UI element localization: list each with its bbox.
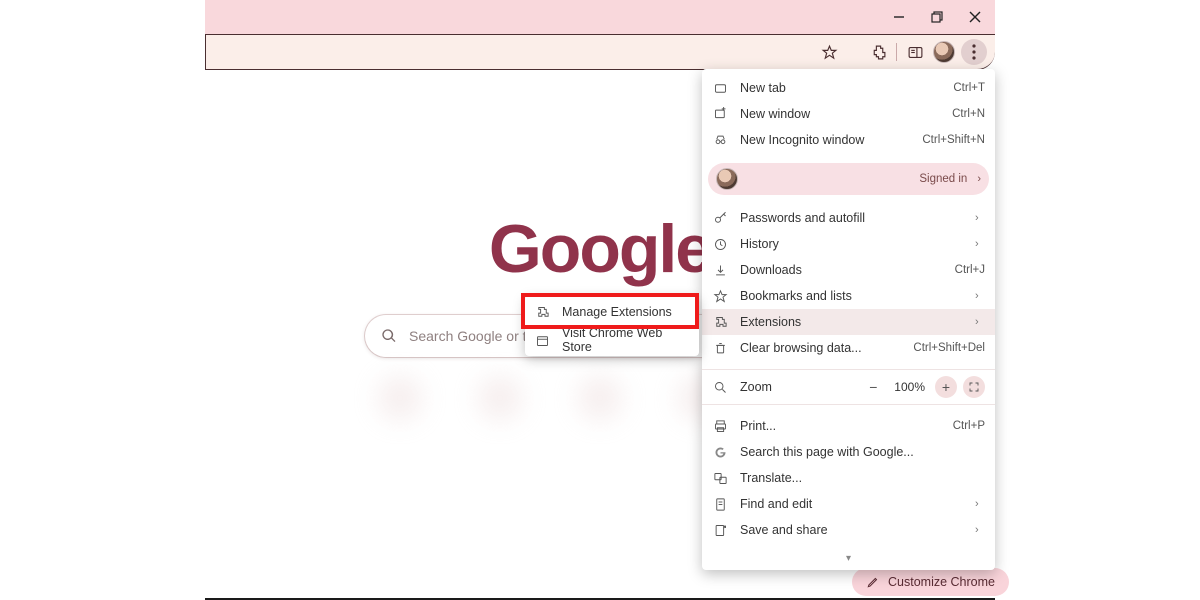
window-controls	[885, 6, 989, 28]
menu-shortcut: Ctrl+Shift+N	[922, 134, 985, 146]
history-icon	[712, 236, 728, 252]
share-icon	[712, 522, 728, 538]
avatar	[716, 168, 738, 190]
menu-label: Translate...	[740, 471, 985, 485]
menu-history[interactable]: History ›	[702, 231, 995, 257]
menu-save-share[interactable]: Save and share ›	[702, 517, 995, 543]
menu-label: Search this page with Google...	[740, 445, 985, 459]
shortcut-tile[interactable]	[365, 375, 435, 465]
customize-label: Customize Chrome	[888, 575, 995, 589]
restore-button[interactable]	[923, 6, 951, 28]
print-icon	[712, 418, 728, 434]
puzzle-icon	[535, 305, 550, 320]
document-icon	[712, 496, 728, 512]
incognito-icon	[712, 132, 728, 148]
new-window-icon	[712, 106, 728, 122]
zoom-in-button[interactable]: +	[935, 376, 957, 398]
google-logo: Google	[489, 210, 711, 288]
zoom-out-button[interactable]: −	[862, 376, 884, 398]
menu-label: Manage Extensions	[562, 305, 672, 319]
signed-in-label: Signed in	[919, 173, 967, 185]
menu-label: New Incognito window	[740, 133, 910, 147]
new-tab-icon	[712, 80, 728, 96]
fullscreen-button[interactable]	[963, 376, 985, 398]
chrome-menu: New tab Ctrl+T New window Ctrl+N New Inc…	[702, 69, 995, 570]
side-panel-icon[interactable]	[903, 40, 927, 64]
menu-label: Clear browsing data...	[740, 341, 901, 355]
menu-divider	[702, 369, 995, 370]
chrome-menu-button[interactable]	[961, 39, 987, 65]
menu-shortcut: Ctrl+P	[953, 420, 985, 432]
menu-clear-data[interactable]: Clear browsing data... Ctrl+Shift+Del	[702, 335, 995, 361]
menu-shortcut: Ctrl+Shift+Del	[913, 342, 985, 354]
extensions-submenu: Manage Extensions Visit Chrome Web Store	[525, 296, 699, 356]
shortcut-tile[interactable]	[565, 375, 635, 465]
menu-downloads[interactable]: Downloads Ctrl+J	[702, 257, 995, 283]
search-icon	[381, 328, 397, 344]
magnifier-icon	[712, 379, 728, 395]
menu-label: History	[740, 237, 963, 251]
menu-shortcut: Ctrl+T	[953, 82, 985, 94]
menu-label: Extensions	[740, 315, 963, 329]
menu-label: Passwords and autofill	[740, 211, 963, 225]
menu-search-page[interactable]: Search this page with Google...	[702, 439, 995, 465]
toolbar-divider	[896, 43, 897, 61]
visit-web-store-item[interactable]: Visit Chrome Web Store	[525, 326, 699, 354]
menu-divider	[702, 404, 995, 405]
menu-new-tab[interactable]: New tab Ctrl+T	[702, 75, 995, 101]
menu-scroll-down-icon[interactable]: ▾	[702, 549, 995, 564]
chevron-right-icon: ›	[975, 498, 985, 510]
menu-new-incognito[interactable]: New Incognito window Ctrl+Shift+N	[702, 127, 995, 153]
star-icon	[712, 288, 728, 304]
profile-avatar[interactable]	[933, 41, 955, 63]
key-icon	[712, 210, 728, 226]
menu-label: New window	[740, 107, 940, 121]
menu-label: New tab	[740, 81, 941, 95]
menu-find-edit[interactable]: Find and edit ›	[702, 491, 995, 517]
menu-label: Find and edit	[740, 497, 963, 511]
menu-passwords[interactable]: Passwords and autofill ›	[702, 205, 995, 231]
minimize-button[interactable]	[885, 6, 913, 28]
google-g-icon	[712, 444, 728, 460]
download-icon	[712, 262, 728, 278]
menu-extensions[interactable]: Extensions ›	[702, 309, 995, 335]
menu-label: Downloads	[740, 263, 943, 277]
menu-label: Visit Chrome Web Store	[562, 326, 689, 354]
chevron-right-icon: ›	[977, 173, 981, 185]
menu-translate[interactable]: Translate...	[702, 465, 995, 491]
close-button[interactable]	[961, 6, 989, 28]
translate-icon	[712, 470, 728, 486]
shortcut-tile[interactable]	[465, 375, 535, 465]
chevron-right-icon: ›	[975, 290, 985, 302]
menu-new-window[interactable]: New window Ctrl+N	[702, 101, 995, 127]
puzzle-icon	[712, 314, 728, 330]
menu-shortcut: Ctrl+N	[952, 108, 985, 120]
menu-shortcut: Ctrl+J	[955, 264, 985, 276]
menu-label: Save and share	[740, 523, 963, 537]
zoom-value: 100%	[890, 380, 929, 394]
menu-label: Print...	[740, 419, 941, 433]
menu-label: Bookmarks and lists	[740, 289, 963, 303]
customize-chrome-button[interactable]: Customize Chrome	[852, 568, 1009, 596]
toolbar	[205, 34, 995, 70]
extensions-icon[interactable]	[866, 40, 890, 64]
menu-account-row[interactable]: Signed in ›	[708, 163, 989, 195]
bookmark-star-icon[interactable]	[817, 40, 841, 64]
zoom-label: Zoom	[740, 380, 772, 394]
web-store-icon	[535, 333, 550, 348]
pencil-icon	[866, 575, 880, 589]
chevron-right-icon: ›	[975, 212, 985, 224]
tab-strip	[205, 0, 995, 34]
chevron-right-icon: ›	[975, 238, 985, 250]
trash-icon	[712, 340, 728, 356]
menu-print[interactable]: Print... Ctrl+P	[702, 413, 995, 439]
menu-zoom: Zoom − 100% +	[702, 372, 995, 402]
chevron-right-icon: ›	[975, 524, 985, 536]
manage-extensions-item[interactable]: Manage Extensions	[525, 298, 699, 326]
chevron-right-icon: ›	[975, 316, 985, 328]
menu-bookmarks[interactable]: Bookmarks and lists ›	[702, 283, 995, 309]
